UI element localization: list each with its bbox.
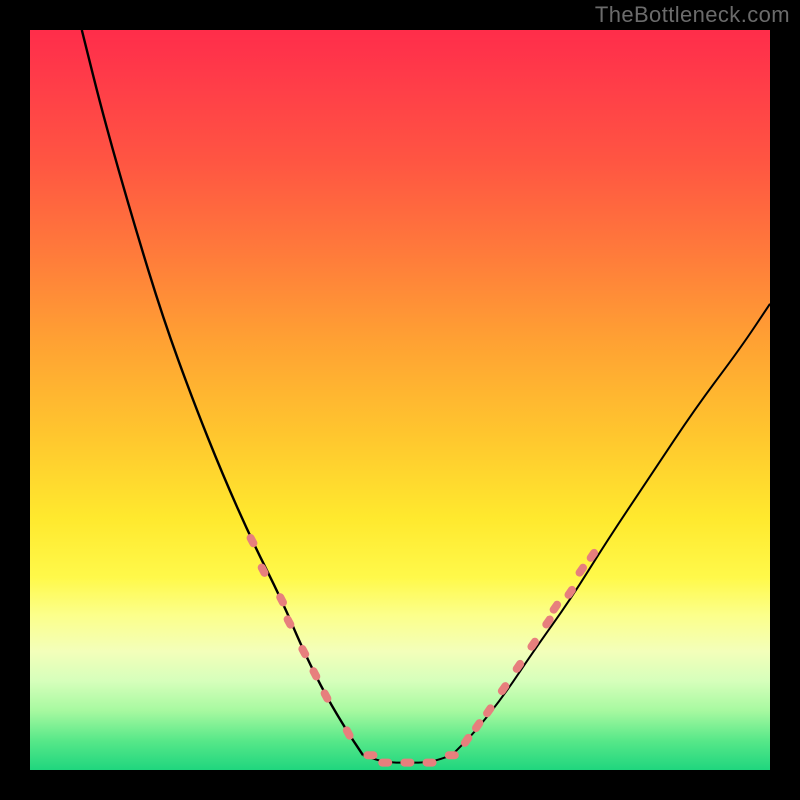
- watermark-label: TheBottleneck.com: [595, 2, 790, 28]
- data-marker: [308, 666, 322, 682]
- data-marker: [363, 751, 377, 759]
- data-marker: [378, 759, 392, 767]
- marker-group: [245, 533, 600, 767]
- curve-left: [82, 30, 363, 755]
- data-marker: [470, 718, 485, 734]
- data-marker: [574, 562, 589, 578]
- chart-frame: TheBottleneck.com: [0, 0, 800, 800]
- data-marker: [400, 759, 414, 767]
- data-marker: [482, 703, 497, 719]
- data-marker: [245, 533, 259, 549]
- data-marker: [423, 759, 437, 767]
- data-marker: [275, 592, 289, 608]
- curve-layer: [30, 30, 770, 770]
- data-marker: [297, 644, 311, 660]
- plot-area: [30, 30, 770, 770]
- data-marker: [445, 751, 459, 759]
- data-marker: [541, 614, 556, 630]
